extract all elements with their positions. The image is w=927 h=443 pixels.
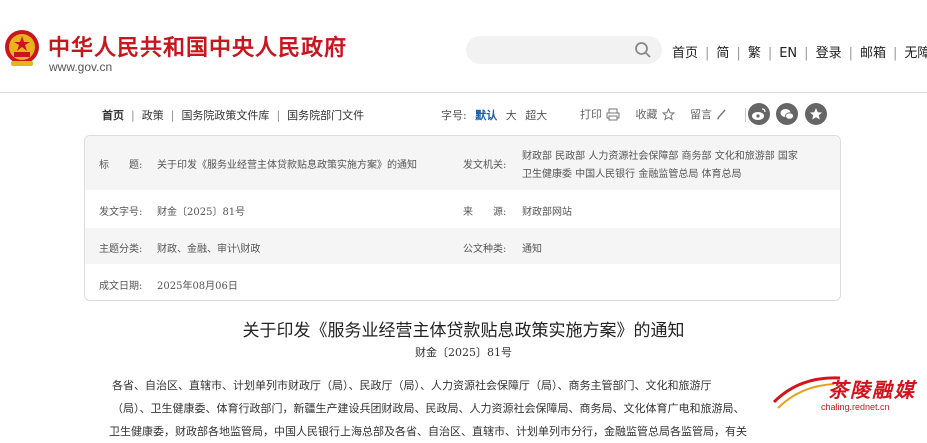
nav-divider: |	[736, 46, 741, 61]
top-nav: 首页 | 简 | 繁 | EN | 登录 | 邮箱 | 无障碍	[672, 42, 927, 61]
breadcrumb-separator: |	[170, 109, 175, 122]
breadcrumb-department-docs[interactable]: 国务院部门文件	[287, 109, 364, 122]
doctype-label: 公文种类:	[463, 244, 507, 255]
favorite-button[interactable]: 收藏	[636, 106, 675, 122]
docno-label: 发文字号:	[99, 207, 143, 218]
favorite-share-button[interactable]	[805, 103, 827, 125]
metadata-row-date: 成文日期: 2025年08月06日	[85, 264, 840, 300]
breadcrumb-separator: |	[131, 109, 135, 122]
metadata-row-docno: 发文字号: 财金〔2025〕81号 来 源: 财政部网站	[85, 190, 840, 228]
docno-value: 财金〔2025〕81号	[157, 207, 246, 218]
topic-value: 财政、金融、审计\财政	[157, 244, 261, 255]
nav-mailbox[interactable]: 邮箱	[860, 46, 886, 61]
print-label: 打印	[580, 108, 602, 121]
nav-divider: |	[767, 46, 773, 61]
wechat-icon	[780, 109, 794, 120]
message-button[interactable]: 留言	[690, 106, 727, 122]
print-button[interactable]: 打印	[580, 106, 620, 122]
message-label: 留言	[690, 108, 712, 121]
search-box[interactable]	[466, 36, 662, 64]
nav-login[interactable]: 登录	[816, 46, 842, 61]
topic-label: 主题分类:	[99, 244, 143, 255]
nav-simplified[interactable]: 简	[716, 46, 729, 61]
national-emblem-icon[interactable]	[3, 27, 41, 69]
source-value: 财政部网站	[522, 207, 572, 218]
nav-english[interactable]: EN	[779, 46, 797, 61]
nav-accessibility[interactable]: 无障碍	[904, 46, 927, 61]
favorite-label: 收藏	[635, 108, 658, 121]
breadcrumb-policy-library[interactable]: 国务院政策文件库	[181, 109, 269, 122]
search-input[interactable]	[478, 41, 632, 61]
nav-home[interactable]: 首页	[672, 46, 698, 61]
breadcrumb-home[interactable]: 首页	[102, 109, 124, 122]
search-icon[interactable]	[634, 41, 652, 59]
date-label: 成文日期:	[99, 281, 143, 292]
font-size-large[interactable]: 大	[506, 109, 517, 122]
font-size-xlarge[interactable]: 超大	[525, 109, 547, 122]
nav-divider: |	[705, 46, 710, 61]
pencil-icon	[716, 109, 726, 120]
site-title[interactable]: 中华人民共和国中央人民政府	[48, 30, 347, 62]
font-size-default[interactable]: 默认	[475, 109, 497, 122]
issuer-value-line2: 卫生健康委 中国人民银行 金融监管总局 体育总局	[522, 169, 742, 180]
breadcrumb-separator: |	[276, 109, 281, 122]
weibo-share-button[interactable]	[748, 103, 770, 125]
font-size-label: 字号:	[441, 109, 467, 122]
body-line: 各省、自治区、直辖市、计划单列市财政厅（局）、民政厅（局）、人力资源社会保障厅（…	[112, 379, 712, 392]
nav-traditional[interactable]: 繁	[748, 46, 761, 61]
star-icon	[661, 107, 675, 121]
printer-icon	[606, 108, 620, 120]
document-body: 各省、自治区、直辖市、计划单列市财政厅（局）、民政厅（局）、人力资源社会保障厅（…	[109, 374, 822, 443]
tools-divider	[744, 108, 746, 122]
site-header: 中华人民共和国中央人民政府 www.gov.cn 首页 | 简 | 繁 | EN | 登录 | 邮箱…	[0, 0, 927, 93]
wechat-share-button[interactable]	[776, 103, 798, 125]
document-number: 财金〔2025〕81号	[415, 346, 512, 359]
metadata-row-title: 标 题: 关于印发《服务业经营主体贷款贴息政策实施方案》的通知 发文机关: 财政…	[85, 136, 840, 190]
star-share-icon	[810, 108, 822, 120]
breadcrumb: 首页 | 政策 | 国务院政策文件库 | 国务院部门文件	[102, 107, 364, 123]
watermark-url: chaling.rednet.cn	[821, 402, 890, 412]
document-metadata-panel: 标 题: 关于印发《服务业经营主体贷款贴息政策实施方案》的通知 发文机关: 财政…	[84, 135, 841, 301]
nav-divider: |	[804, 46, 809, 61]
issuer-value-line1: 财政部 民政部 人力资源社会保障部 商务部 文化和旅游部 国家	[522, 151, 798, 162]
doctype-value: 通知	[522, 244, 542, 255]
font-size-switcher: 字号: 默认 大 超大	[441, 107, 547, 123]
nav-divider: |	[892, 46, 898, 61]
document-title: 关于印发《服务业经营主体贷款贴息政策实施方案》的通知	[242, 321, 685, 341]
breadcrumb-policy[interactable]: 政策	[142, 109, 164, 122]
date-value: 2025年08月06日	[157, 281, 238, 292]
title-value: 关于印发《服务业经营主体贷款贴息政策实施方案》的通知	[157, 160, 417, 171]
issuer-label: 发文机关:	[463, 160, 507, 171]
source-label: 来 源:	[463, 207, 507, 218]
title-label: 标 题:	[99, 160, 143, 171]
weibo-icon	[752, 108, 766, 120]
site-url[interactable]: www.gov.cn	[49, 60, 112, 74]
nav-divider: |	[848, 46, 853, 61]
body-line: （局）、卫生健康委、体育行政部门，新疆生产建设兵团财政局、民政局、人力资源社会保…	[112, 402, 745, 415]
metadata-row-topic: 主题分类: 财政、金融、审计\财政 公文种类: 通知	[85, 228, 840, 264]
article-tools: 打印 收藏 留言	[580, 106, 756, 122]
watermark-brand: 茶陵融媒	[828, 378, 916, 402]
